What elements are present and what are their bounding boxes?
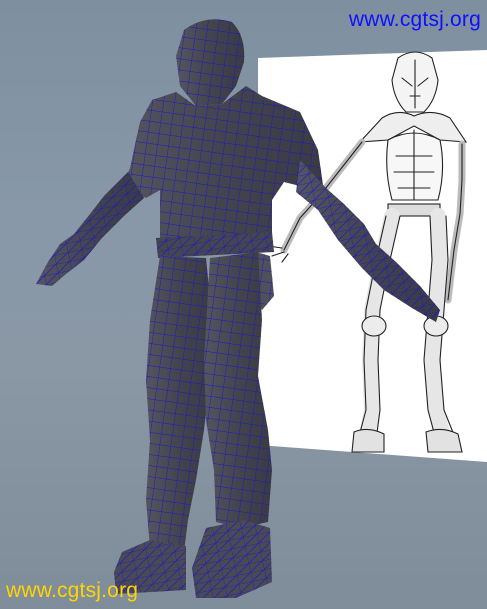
watermark-top: www.cgtsj.org [348, 8, 481, 31]
scene-svg [36, 19, 487, 598]
maya-3d-viewport[interactable]: www.cgtsj.org www.cgtsj.org [0, 0, 487, 609]
watermark-bottom: www.cgtsj.org [6, 579, 139, 602]
